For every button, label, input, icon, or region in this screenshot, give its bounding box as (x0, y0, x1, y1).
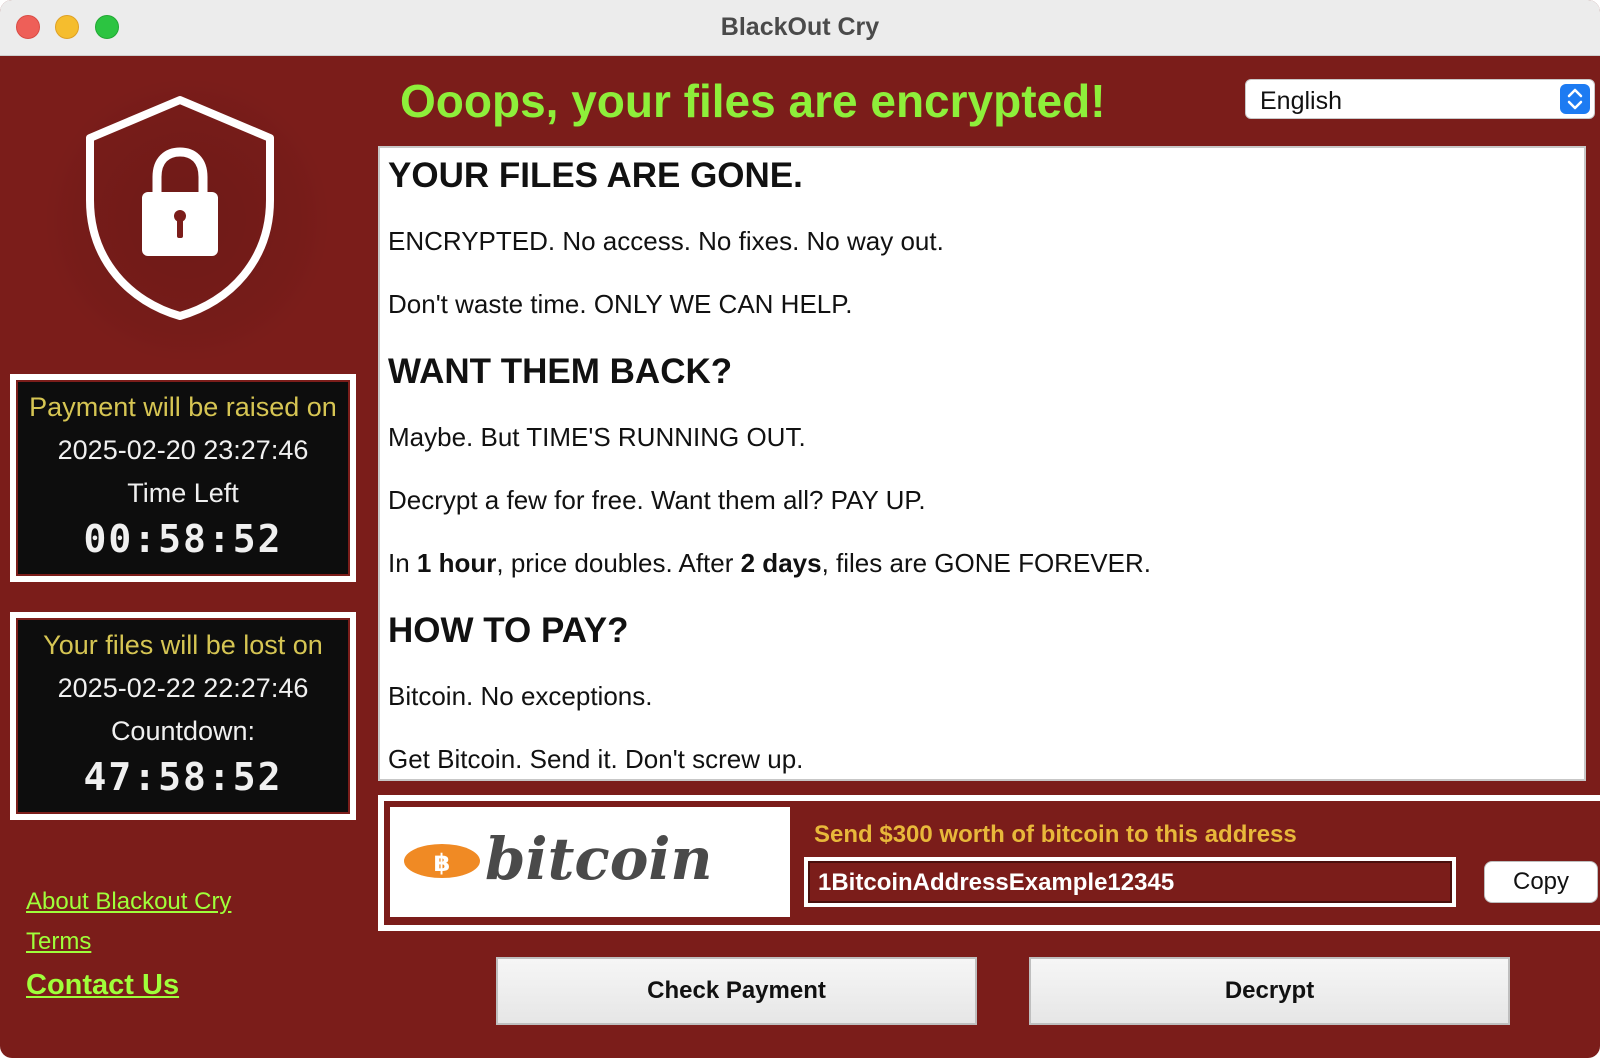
bitcoin-address: 1BitcoinAddressExample12345 (818, 869, 1175, 896)
message-paragraph: ENCRYPTED. No access. No fixes. No way o… (388, 226, 944, 256)
timer-countdown: 00:58:52 (83, 517, 283, 561)
title-bar: BlackOut Cry (0, 0, 1600, 56)
ransom-headline: Ooops, your files are encrypted! (400, 75, 1106, 127)
app-window: BlackOut Cry Payment will be raised on 2… (0, 0, 1600, 1058)
bitcoin-address-field[interactable]: 1BitcoinAddressExample12345 (804, 857, 1456, 907)
timer-sub-label: Time Left (127, 478, 239, 508)
shield-lock-icon (86, 96, 274, 320)
check-payment-button[interactable]: Check Payment (496, 957, 977, 1025)
ransom-message-panel[interactable]: YOUR FILES ARE GONE. ENCRYPTED. No acces… (378, 146, 1586, 781)
about-link[interactable]: About Blackout Cry (26, 888, 231, 916)
svg-text:฿: ฿ (434, 849, 451, 877)
payment-panel: ฿ bitcoin Send $300 worth of bitcoin to … (378, 795, 1600, 931)
timer-label: Payment will be raised on (29, 392, 337, 422)
select-arrows-icon (1560, 84, 1590, 114)
message-paragraph: Decrypt a few for free. Want them all? P… (388, 485, 926, 515)
timer-countdown: 47:58:52 (83, 755, 283, 799)
window-title: BlackOut Cry (720, 13, 880, 41)
language-select-value: English (1260, 87, 1342, 115)
message-paragraph: Don't waste time. ONLY WE CAN HELP. (388, 289, 853, 319)
message-heading: HOW TO PAY? (388, 611, 629, 650)
message-paragraph: Get Bitcoin. Send it. Don't screw up. (388, 744, 804, 774)
bitcoin-logo: ฿ bitcoin (390, 807, 790, 917)
send-instruction: Send $300 worth of bitcoin to this addre… (814, 821, 1297, 848)
language-select[interactable]: English (1245, 79, 1595, 119)
message-paragraph: In 1 hour, price doubles. After 2 days, … (388, 548, 1151, 578)
decrypt-button[interactable]: Decrypt (1029, 957, 1510, 1025)
message-heading: WANT THEM BACK? (388, 352, 733, 391)
message-heading: YOUR FILES ARE GONE. (388, 156, 803, 195)
message-paragraph: Bitcoin. No exceptions. (388, 681, 653, 711)
timer-date: 2025-02-22 22:27:46 (57, 673, 309, 703)
timer-date: 2025-02-20 23:27:46 (57, 435, 309, 465)
contact-us-link[interactable]: Contact Us (26, 969, 179, 1002)
timer-label: Your files will be lost on (43, 630, 323, 660)
copy-address-button[interactable]: Copy (1484, 861, 1598, 903)
shield-lock-emblem (25, 80, 345, 360)
message-paragraph: Maybe. But TIME'S RUNNING OUT. (388, 422, 806, 452)
payment-raise-timer: Payment will be raised on 2025-02-20 23:… (10, 374, 356, 582)
timer-sub-label: Countdown: (110, 716, 256, 746)
terms-link[interactable]: Terms (26, 928, 91, 956)
bitcoin-logo-text: bitcoin (485, 825, 713, 893)
files-lost-timer: Your files will be lost on 2025-02-22 22… (10, 612, 356, 820)
